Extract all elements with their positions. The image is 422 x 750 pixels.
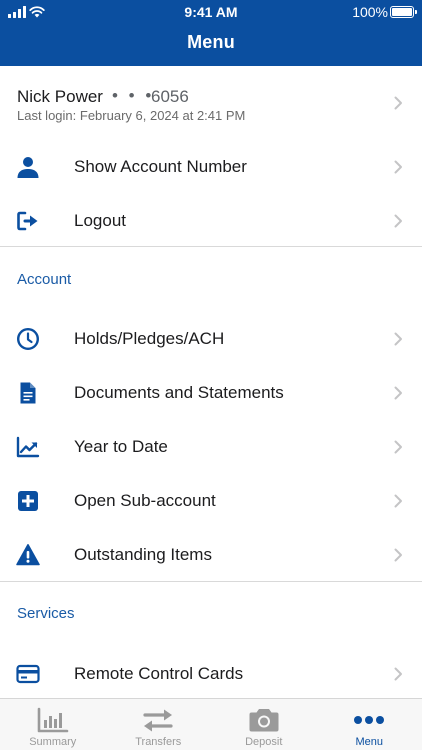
tab-bar: Summary Transfers Deposit Menu [0,698,422,750]
divider [0,246,422,247]
chevron-right-icon [394,160,402,174]
item-label: Open Sub-account [74,491,216,510]
camera-icon [249,709,279,732]
page-title: Menu [187,32,235,52]
transfer-arrows-icon [143,709,173,732]
item-label: Remote Control Cards [74,664,244,683]
tab-label: Summary [29,736,77,748]
documents-statements-item[interactable]: Documents and Statements [0,366,422,420]
chevron-right-icon [394,548,402,562]
profile-name: Nick Power [17,87,103,106]
open-sub-account-item[interactable]: Open Sub-account [0,474,422,528]
clock-icon [16,327,40,351]
tab-summary[interactable]: Summary [0,699,106,750]
menu-list[interactable]: Nick Power • • • 6056 Last login: Februa… [0,66,422,698]
plus-square-icon [18,491,38,511]
account-suffix: 6056 [151,87,189,106]
tab-label: Deposit [245,736,283,748]
section-header-services: Services [17,605,75,622]
tab-transfers[interactable]: Transfers [106,699,212,750]
show-account-number-item[interactable]: Show Account Number [0,140,422,194]
chevron-right-icon [394,440,402,454]
item-label: Year to Date [74,437,168,456]
warning-icon [16,544,40,566]
battery-percent: 100% [352,4,388,20]
item-label: Documents and Statements [74,383,284,402]
battery-icon [390,6,417,18]
remote-control-cards-item[interactable]: Remote Control Cards [0,647,422,698]
divider [0,581,422,582]
app-header: 9:41 AM 100% Menu [0,0,422,66]
credit-card-icon [16,664,40,684]
masked-account-dots: • • • [112,86,155,105]
outstanding-items-item[interactable]: Outstanding Items [0,528,422,582]
chevron-right-icon [394,386,402,400]
item-label: Show Account Number [74,157,247,176]
chevron-right-icon [394,332,402,346]
last-login-text: Last login: February 6, 2024 at 2:41 PM [17,108,246,123]
ellipsis-icon [354,716,385,724]
tab-label: Transfers [135,736,182,748]
status-bar: 9:41 AM 100% [0,0,422,24]
chevron-right-icon [394,667,402,681]
tab-menu[interactable]: Menu [317,699,422,750]
logout-item[interactable]: Logout [0,194,422,248]
item-label: Logout [74,211,126,230]
logout-icon [17,211,38,231]
year-to-date-item[interactable]: Year to Date [0,420,422,474]
section-header-account: Account [17,271,72,288]
document-icon [20,382,36,404]
item-label: Outstanding Items [74,545,212,564]
chevron-right-icon [394,494,402,508]
chevron-right-icon [394,96,402,110]
bar-chart-icon [37,707,69,733]
profile-row[interactable]: Nick Power • • • 6056 Last login: Februa… [0,66,422,140]
tab-label: Menu [355,736,384,748]
chevron-right-icon [394,214,402,228]
item-label: Holds/Pledges/ACH [74,329,225,348]
tab-deposit[interactable]: Deposit [211,699,317,750]
person-icon [17,157,39,178]
trend-chart-icon [16,436,40,458]
holds-pledges-ach-item[interactable]: Holds/Pledges/ACH [0,312,422,366]
